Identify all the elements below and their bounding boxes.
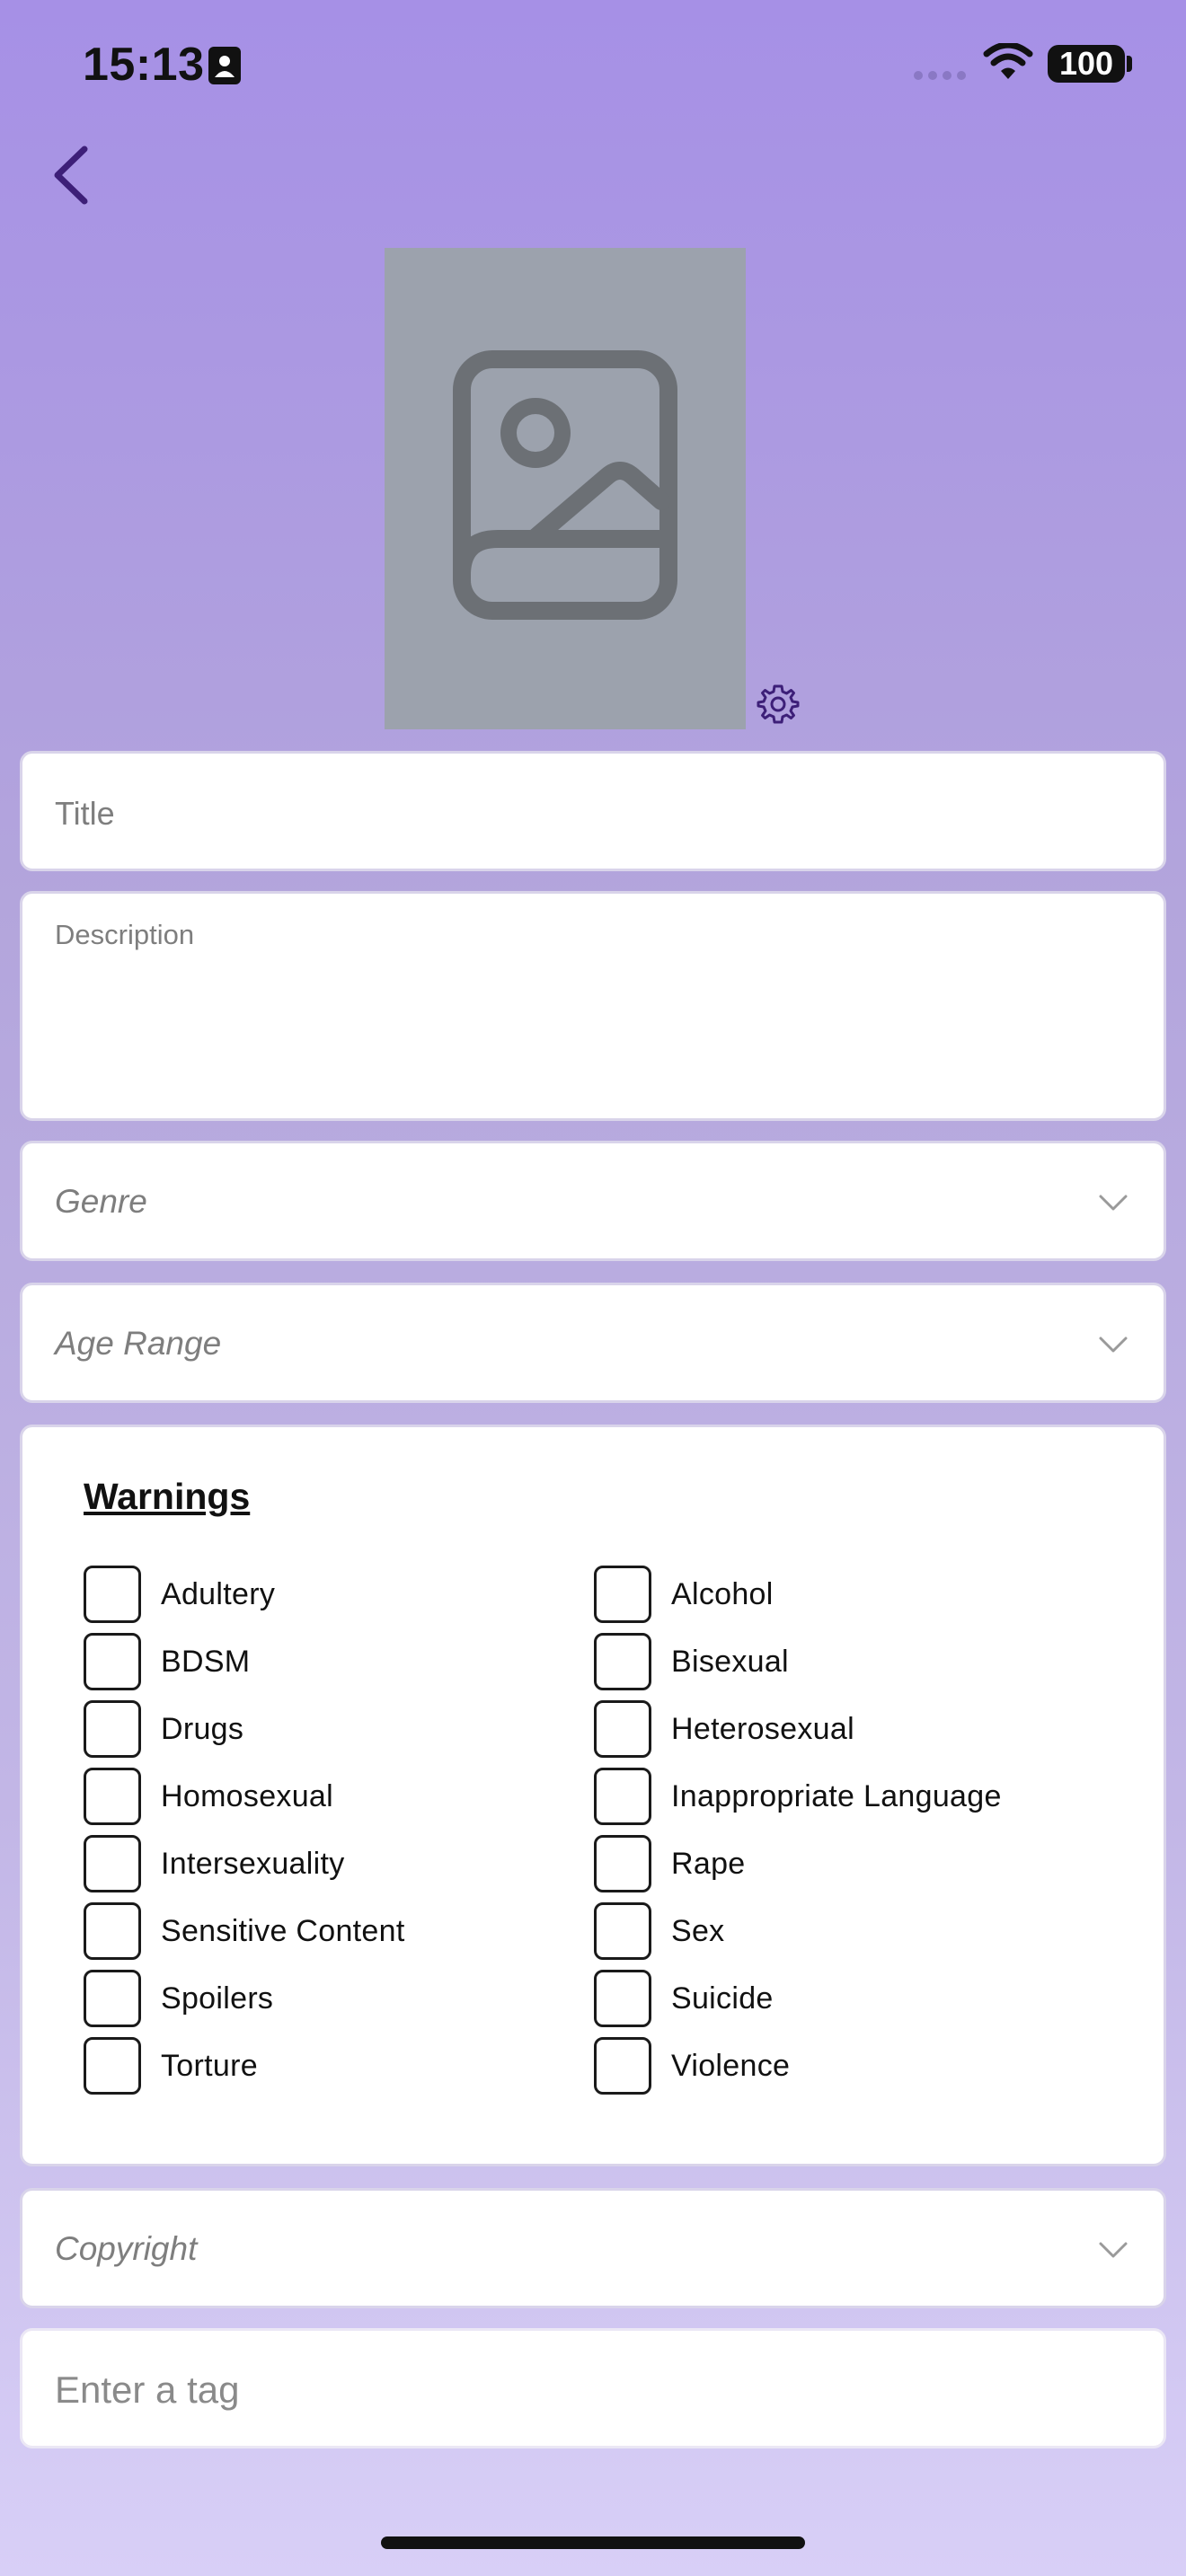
warning-checkbox-inappropriate-language[interactable]: Inappropriate Language xyxy=(594,1768,1002,1825)
tag-input[interactable]: Enter a tag xyxy=(20,2328,1166,2448)
warning-label: Sensitive Content xyxy=(161,1913,405,1948)
warning-checkbox-torture[interactable]: Torture xyxy=(84,2037,258,2095)
warnings-heading: Warnings xyxy=(84,1476,251,1517)
checkbox[interactable] xyxy=(84,1902,141,1960)
chevron-down-icon xyxy=(1099,1337,1128,1353)
description-placeholder: Description xyxy=(55,919,195,950)
warning-label: Bisexual xyxy=(671,1644,789,1679)
warning-checkbox-sex[interactable]: Sex xyxy=(594,1902,725,1960)
warnings-panel: Warnings Adultery BDSM Drugs Homosexual … xyxy=(20,1425,1166,2166)
checkbox[interactable] xyxy=(84,1835,141,1892)
checkbox[interactable] xyxy=(594,1633,651,1690)
warning-checkbox-spoilers[interactable]: Spoilers xyxy=(84,1970,273,2027)
warning-label: Violence xyxy=(671,2048,791,2083)
battery-indicator: 100 xyxy=(1048,45,1125,83)
title-field[interactable]: Title xyxy=(20,751,1166,871)
checkbox[interactable] xyxy=(84,1566,141,1623)
warning-label: Alcohol xyxy=(671,1576,774,1611)
warning-label: Spoilers xyxy=(161,1981,274,2016)
warning-checkbox-homosexual[interactable]: Homosexual xyxy=(84,1768,333,1825)
checkbox[interactable] xyxy=(84,1700,141,1758)
checkbox[interactable] xyxy=(594,1902,651,1960)
checkbox[interactable] xyxy=(84,1970,141,2027)
contact-card-icon xyxy=(208,47,241,84)
warning-checkbox-violence[interactable]: Violence xyxy=(594,2037,790,2095)
warning-checkbox-adultery[interactable]: Adultery xyxy=(84,1566,275,1623)
checkbox[interactable] xyxy=(594,1566,651,1623)
warning-label: Inappropriate Language xyxy=(671,1778,1002,1813)
signal-icon xyxy=(914,71,966,80)
warning-label: Homosexual xyxy=(161,1778,333,1813)
warning-checkbox-drugs[interactable]: Drugs xyxy=(84,1700,243,1758)
age-range-label: Age Range xyxy=(55,1325,222,1362)
warning-label: Heterosexual xyxy=(671,1711,854,1746)
checkbox[interactable] xyxy=(594,1700,651,1758)
image-placeholder-icon xyxy=(453,350,677,620)
checkbox[interactable] xyxy=(84,1768,141,1825)
wifi-icon xyxy=(983,43,1033,79)
warning-checkbox-intersexuality[interactable]: Intersexuality xyxy=(84,1835,345,1892)
battery-tip xyxy=(1127,56,1132,72)
home-indicator[interactable] xyxy=(381,2536,805,2549)
warning-label: Rape xyxy=(671,1846,746,1881)
description-field[interactable]: Description xyxy=(20,891,1166,1121)
title-placeholder: Title xyxy=(55,795,115,832)
warning-checkbox-sensitive-content[interactable]: Sensitive Content xyxy=(84,1902,405,1960)
gear-icon[interactable] xyxy=(757,683,800,726)
warning-label: BDSM xyxy=(161,1644,251,1679)
checkbox[interactable] xyxy=(84,2037,141,2095)
chevron-left-icon[interactable] xyxy=(43,135,97,216)
status-bar: 15:13 100 xyxy=(0,0,1186,135)
warning-checkbox-alcohol[interactable]: Alcohol xyxy=(594,1566,774,1623)
warning-label: Suicide xyxy=(671,1981,774,2016)
warning-label: Intersexuality xyxy=(161,1846,345,1881)
copyright-select[interactable]: Copyright xyxy=(20,2188,1166,2308)
checkbox[interactable] xyxy=(594,1768,651,1825)
warning-checkbox-bdsm[interactable]: BDSM xyxy=(84,1633,250,1690)
tag-placeholder: Enter a tag xyxy=(55,2369,240,2411)
chevron-down-icon xyxy=(1099,1195,1128,1211)
warning-checkbox-suicide[interactable]: Suicide xyxy=(594,1970,774,2027)
warning-checkbox-heterosexual[interactable]: Heterosexual xyxy=(594,1700,854,1758)
status-time: 15:13 xyxy=(83,39,205,91)
copyright-label: Copyright xyxy=(55,2230,198,2267)
chevron-down-icon xyxy=(1099,2242,1128,2258)
cover-image-picker[interactable] xyxy=(385,248,746,729)
genre-label: Genre xyxy=(55,1183,147,1220)
warning-checkbox-rape[interactable]: Rape xyxy=(594,1835,745,1892)
checkbox[interactable] xyxy=(594,1835,651,1892)
warning-label: Drugs xyxy=(161,1711,244,1746)
genre-select[interactable]: Genre xyxy=(20,1141,1166,1261)
warning-checkbox-bisexual[interactable]: Bisexual xyxy=(594,1633,789,1690)
warning-label: Adultery xyxy=(161,1576,276,1611)
age-range-select[interactable]: Age Range xyxy=(20,1283,1166,1403)
warning-label: Sex xyxy=(671,1913,725,1948)
checkbox[interactable] xyxy=(594,1970,651,2027)
checkbox[interactable] xyxy=(594,2037,651,2095)
checkbox[interactable] xyxy=(84,1633,141,1690)
warning-label: Torture xyxy=(161,2048,258,2083)
